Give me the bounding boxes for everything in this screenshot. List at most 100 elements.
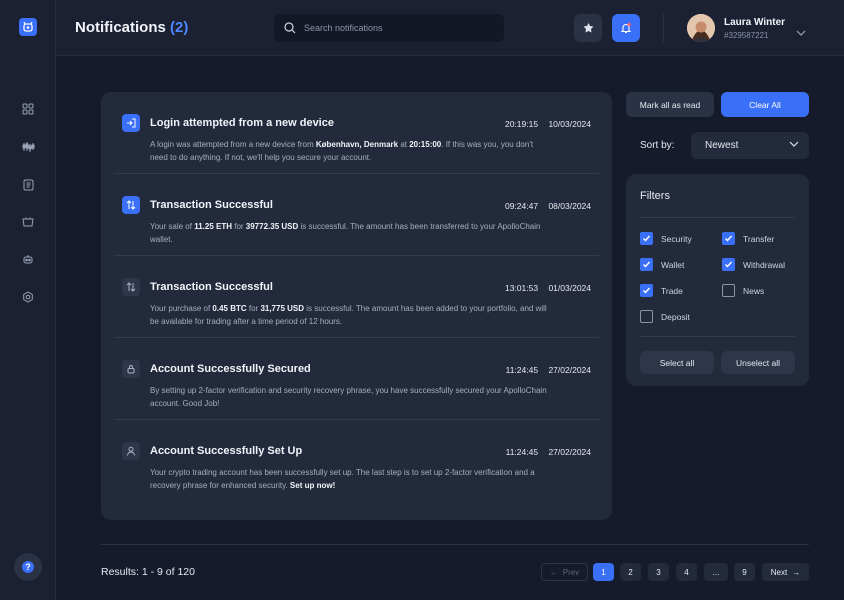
checkbox[interactable] (722, 284, 735, 297)
divider (640, 336, 795, 337)
filter-label: News (743, 285, 765, 296)
notification-time: 13:01:53 (504, 283, 539, 293)
theme-icon (583, 22, 593, 32)
notification-timestamp: 11:24:45 27/02/2024 (506, 365, 591, 375)
checkbox[interactable] (640, 258, 653, 271)
notification-text: A login was attempted from a new device … (150, 140, 316, 149)
settings-icon[interactable] (18, 287, 38, 307)
logo-icon[interactable] (19, 18, 37, 36)
notification-highlight: 11.25 ETH (194, 222, 232, 231)
filter-transfer[interactable]: Transfer (722, 232, 774, 245)
clear-all-button[interactable]: Clear All (721, 92, 809, 117)
user-icon (122, 442, 140, 460)
notification-title: Account Successfully Secured (150, 363, 311, 375)
notification-item[interactable]: Account Successfully Set Up 11:24:45 27/0… (114, 420, 599, 502)
page-button-9[interactable]: 9 (734, 563, 755, 581)
notification-timestamp: 13:01:53 01/03/2024 (505, 283, 591, 293)
page-button-4[interactable]: 4 (676, 563, 697, 581)
notification-title: Account Successfully Set Up (150, 445, 303, 457)
notification-item[interactable]: Login attempted from a new device 20:19:1… (114, 92, 599, 174)
notification-highlight: København, Denmark (315, 140, 399, 149)
notification-highlight: 39772.35 USD (245, 222, 299, 231)
notification-time: 11:24:45 (505, 365, 539, 375)
checkbox[interactable] (640, 310, 653, 323)
notification-time: 09:24:47 (504, 201, 539, 211)
divider (101, 544, 809, 545)
filter-trade[interactable]: Trade (640, 284, 683, 297)
filter-news[interactable]: News (722, 284, 764, 297)
notification-title: Transaction Successful (150, 281, 273, 293)
chevron-down-icon[interactable] (796, 23, 806, 41)
notification-body: Your sale of 11.25 ETH for 39772.35 USD … (150, 220, 550, 246)
arrow-right-icon: → (792, 567, 801, 577)
page-button-1[interactable]: 1 (593, 563, 614, 581)
notification-timestamp: 20:19:15 10/03/2024 (505, 119, 591, 129)
robot-icon[interactable] (18, 249, 38, 269)
notification-date: 27/02/2024 (548, 365, 591, 375)
notification-item[interactable]: Transaction Successful 13:01:53 01/03/202… (114, 256, 599, 338)
filter-label: Transfer (743, 233, 775, 244)
filters-panel: Filters Select all Unselect all Security… (626, 174, 809, 386)
notification-timestamp: 09:24:47 08/03/2024 (505, 201, 591, 211)
page-button-2[interactable]: 2 (620, 563, 641, 581)
document-icon[interactable] (18, 175, 38, 195)
filter-label: Deposit (661, 311, 690, 322)
avatar[interactable] (687, 14, 715, 42)
user-id: #329587221 (724, 31, 769, 40)
notification-text: for (246, 304, 261, 313)
checkbox[interactable] (722, 232, 735, 245)
sidebar: ? (0, 0, 56, 600)
notification-time: 20:19:15 (504, 119, 539, 129)
search-input[interactable] (304, 23, 494, 33)
notifications-button[interactable] (612, 14, 640, 42)
filters-title: Filters (640, 190, 670, 202)
notification-text: at (398, 140, 410, 149)
checkbox[interactable] (722, 258, 735, 271)
sort-value: Newest (705, 140, 739, 151)
checkbox[interactable] (640, 232, 653, 245)
notification-date: 01/03/2024 (548, 283, 591, 293)
page-ellipsis: ... (704, 563, 728, 581)
transfer-icon (122, 278, 140, 296)
sort-select[interactable]: Newest (691, 132, 809, 159)
chevron-down-icon (789, 141, 799, 147)
prev-label: Prev (562, 567, 580, 577)
notification-highlight[interactable]: Set up now! (290, 481, 335, 490)
arrow-left-icon: ← (549, 567, 558, 577)
notification-text: Your purchase of (150, 304, 213, 313)
divider (663, 14, 664, 42)
search-icon (284, 22, 296, 34)
notification-body: By setting up 2-factor verification and … (150, 384, 550, 410)
mark-all-read-button[interactable]: Mark all as read (626, 92, 714, 117)
top-bar: Notifications (2) Laura Winter #32958722… (56, 0, 844, 56)
filter-label: Security (661, 233, 692, 244)
notification-highlight: 0.45 BTC (212, 304, 247, 313)
unselect-all-button[interactable]: Unselect all (721, 351, 795, 374)
filter-security[interactable]: Security (640, 232, 692, 245)
next-page-button[interactable]: Next → (762, 563, 809, 581)
dashboard-icon[interactable] (18, 99, 38, 119)
filter-wallet[interactable]: Wallet (640, 258, 684, 271)
next-label: Next (770, 567, 788, 577)
select-all-button[interactable]: Select all (640, 351, 714, 374)
notification-text: Your sale of (150, 222, 195, 231)
prev-page-button[interactable]: ← Prev (541, 563, 588, 581)
notification-date: 27/02/2024 (548, 447, 591, 457)
notification-text: for (232, 222, 246, 231)
theme-toggle-button[interactable] (574, 14, 602, 42)
checkbox[interactable] (640, 284, 653, 297)
help-button[interactable]: ? (14, 553, 42, 581)
notification-time: 11:24:45 (505, 447, 539, 457)
notification-item[interactable]: Account Successfully Secured 11:24:45 27/… (114, 338, 599, 420)
filter-withdrawal[interactable]: Withdrawal (722, 258, 785, 271)
store-icon[interactable] (18, 212, 38, 232)
login-icon (122, 114, 140, 132)
notification-highlight: 31,775 USD (260, 304, 305, 313)
notification-date: 08/03/2024 (548, 201, 591, 211)
markets-icon[interactable] (18, 137, 38, 157)
notification-body: A login was attempted from a new device … (150, 138, 550, 164)
filter-deposit[interactable]: Deposit (640, 310, 690, 323)
notification-item[interactable]: Transaction Successful 09:24:47 08/03/202… (114, 174, 599, 256)
page-button-3[interactable]: 3 (648, 563, 669, 581)
search-box[interactable] (274, 14, 504, 42)
